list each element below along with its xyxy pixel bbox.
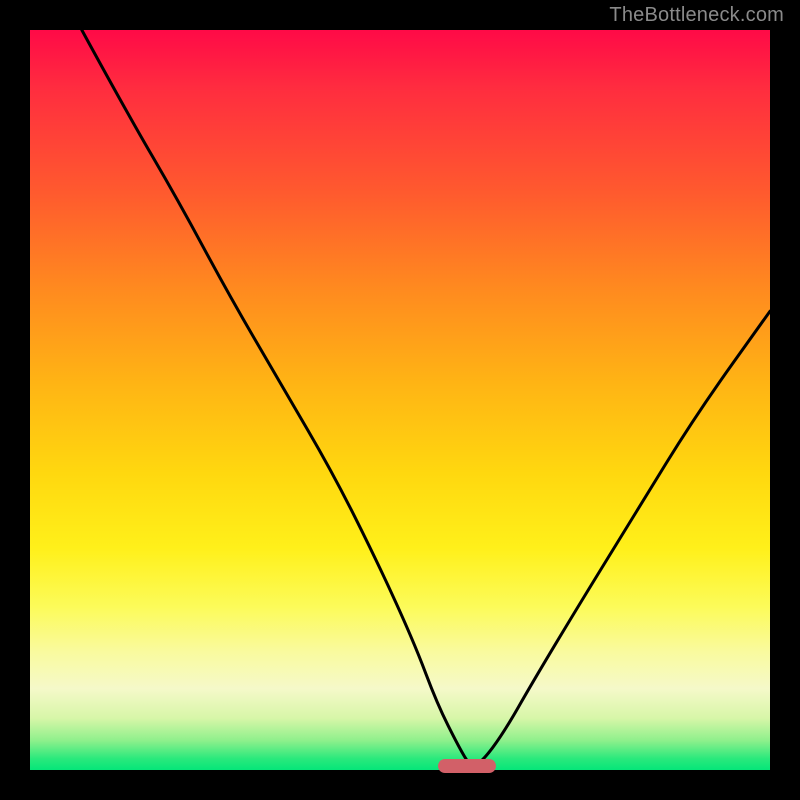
chart-frame: TheBottleneck.com: [0, 0, 800, 800]
bottleneck-curve: [30, 30, 770, 770]
optimal-point-marker: [438, 759, 496, 773]
watermark-text: TheBottleneck.com: [609, 4, 784, 27]
plot-area: [30, 30, 770, 770]
